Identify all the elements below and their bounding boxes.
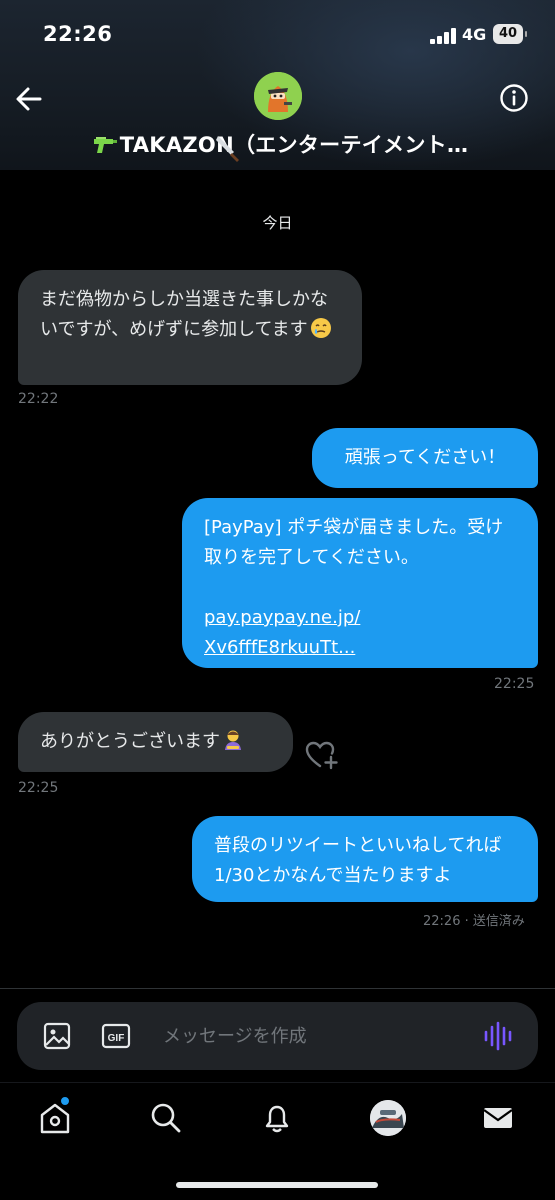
bell-icon (265, 1105, 289, 1133)
add-gif-button[interactable]: GIF (101, 1021, 131, 1051)
home-notification-dot (60, 1096, 70, 1106)
message-text: 頑張ってください！ (344, 447, 506, 468)
bowing-person-emoji (225, 730, 241, 750)
gif-icon: GIF (101, 1023, 131, 1049)
knife-icon (216, 136, 239, 162)
conversation-title-text: TAKAZON（エンターテイメント… (119, 133, 469, 157)
status-bar: 22:26 4G 40 (0, 0, 555, 70)
home-indicator (176, 1182, 378, 1188)
home-icon (40, 1103, 70, 1134)
incoming-message-bubble[interactable]: まだ偽物からしか当選きた事しかないですが、めげずに参加してます (18, 270, 362, 385)
back-button[interactable] (12, 82, 46, 116)
incoming-message-bubble[interactable]: ありがとうございます (18, 712, 293, 772)
outgoing-message-bubble[interactable]: [PayPay] ポチ袋が届きました。受け取りを完了してください。 pay.pa… (182, 498, 538, 668)
water-pistol-icon (93, 137, 117, 153)
conversation-avatar[interactable] (254, 72, 302, 120)
conversation-header: 22:26 4G 40 TAKAZON（エンターテイメント… (0, 0, 555, 170)
message-text: ありがとうございます (40, 731, 220, 752)
conversation-title[interactable]: TAKAZON（エンターテイメント… (60, 129, 500, 159)
message-input[interactable] (163, 1020, 463, 1052)
holding-back-tears-emoji (310, 318, 331, 338)
message-text: まだ偽物からしか当選きた事しかないですが、めげずに参加してます (40, 289, 328, 340)
battery-icon: 40 (493, 24, 527, 44)
paypay-link[interactable]: pay.paypay.ne.jp/ Xv6fffE8rkuuTt... (204, 603, 516, 663)
voice-message-button[interactable] (483, 1020, 513, 1052)
message-composer: GIF (17, 1002, 538, 1070)
search-icon (151, 1103, 181, 1133)
status-time: 22:26 (43, 22, 113, 46)
mail-icon (483, 1108, 513, 1128)
heart-plus-icon (305, 741, 338, 770)
nav-profile-avatar[interactable] (370, 1100, 406, 1136)
battery-level: 40 (498, 26, 518, 41)
day-divider: 今日 (262, 214, 293, 232)
ninja-avatar-image (254, 72, 302, 120)
nav-search[interactable] (148, 1100, 188, 1140)
message-composer-bar: GIF (0, 988, 555, 1082)
nav-home[interactable] (37, 1100, 77, 1140)
conversation-info-button[interactable] (498, 82, 530, 114)
message-timestamp: 22:25 (18, 780, 59, 796)
voice-waveform-icon (484, 1021, 512, 1051)
cellular-signal-icon (430, 28, 456, 44)
message-timestamp: 22:25 (494, 676, 535, 692)
arrow-left-icon (16, 87, 42, 111)
nav-notifications[interactable] (259, 1100, 299, 1140)
nav-messages[interactable] (480, 1100, 520, 1140)
message-timestamp-status: 22:26 · 送信済み (423, 914, 525, 929)
link-line-2: Xv6fffE8rkuuTt... (204, 637, 356, 658)
message-timestamp: 22:22 (18, 391, 59, 407)
add-reaction-button[interactable] (304, 738, 340, 772)
image-icon (43, 1022, 71, 1050)
outgoing-message-bubble[interactable]: 頑張ってください！ (312, 428, 538, 488)
profile-avatar-image (370, 1100, 406, 1136)
svg-text:GIF: GIF (108, 1033, 125, 1044)
add-image-button[interactable] (42, 1021, 72, 1051)
link-line-1: pay.paypay.ne.jp/ (204, 607, 361, 628)
message-text: 普段のリツイートといいねしてれば1/30とかなんで当たりますよ (214, 835, 502, 886)
info-icon (500, 84, 528, 112)
network-type: 4G (462, 25, 487, 44)
outgoing-message-bubble[interactable]: 普段のリツイートといいねしてれば1/30とかなんで当たりますよ (192, 816, 538, 902)
message-text: [PayPay] ポチ袋が届きました。受け取りを完了してください。 (204, 517, 504, 568)
